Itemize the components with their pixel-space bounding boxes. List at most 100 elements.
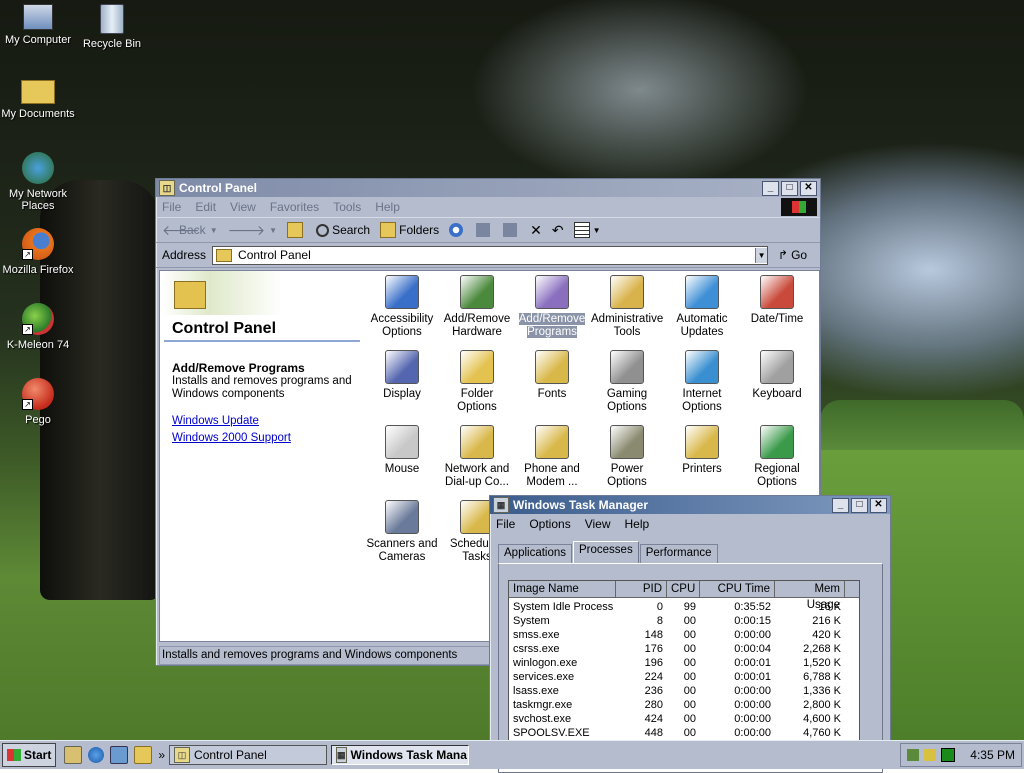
cpu-meter-tray-icon[interactable] xyxy=(941,748,956,762)
cp-item-administrative-tools[interactable]: Administrative Tools xyxy=(591,271,663,339)
up-folder-button[interactable] xyxy=(287,222,306,238)
desktop-icon-k-meleon[interactable]: ↗ K-Meleon 74 xyxy=(0,303,76,351)
desktop-icon-mozilla-firefox[interactable]: ↗ Mozilla Firefox xyxy=(0,228,76,276)
menu-options[interactable]: Options xyxy=(529,517,570,531)
cp-item-folder-options[interactable]: Folder Options xyxy=(441,346,513,414)
windows-2000-support-link[interactable]: Windows 2000 Support xyxy=(172,432,291,444)
back-button[interactable]: 🡐 Back ▼ xyxy=(162,223,218,237)
maximize-button[interactable]: □ xyxy=(851,497,868,513)
address-dropdown-button[interactable]: ▼ xyxy=(755,247,768,263)
keyboard-icon xyxy=(760,350,794,384)
forward-button[interactable]: 🡒 ▼ xyxy=(228,222,277,239)
cp-item-add-remove-hardware[interactable]: Add/Remove Hardware xyxy=(441,271,513,339)
taskbar-button-control-panel[interactable]: ◫ Control Panel xyxy=(169,745,328,765)
tab-applications[interactable]: Applications xyxy=(498,544,573,564)
copy-to-button[interactable] xyxy=(503,223,520,237)
process-list[interactable]: Image Name PID CPU CPU Time Mem Usage Sy… xyxy=(508,580,860,766)
cp-item-display[interactable]: Display xyxy=(366,346,438,401)
column-image-name[interactable]: Image Name xyxy=(509,581,616,597)
table-row[interactable]: System Idle Process 0 99 0:35:52 16 K xyxy=(509,600,859,614)
cp-item-gaming-options[interactable]: Gaming Options xyxy=(591,346,663,414)
cp-item-fonts[interactable]: Fonts xyxy=(516,346,588,401)
close-button[interactable]: ✕ xyxy=(800,180,817,196)
column-cpu-time[interactable]: CPU Time xyxy=(700,581,775,597)
internet-explorer-icon[interactable] xyxy=(88,747,105,763)
table-row[interactable]: smss.exe 148 00 0:00:00 420 K xyxy=(509,628,859,642)
cp-item-power-options[interactable]: Power Options xyxy=(591,421,663,489)
desktop-icon-my-network-places[interactable]: My Network Places xyxy=(0,152,76,212)
taskbar: Start » ◫ Control Panel ▦ Windows Task M… xyxy=(0,740,1024,769)
cp-item-keyboard[interactable]: Keyboard xyxy=(741,346,813,401)
network-tray-icon[interactable] xyxy=(907,749,920,761)
folders-button[interactable]: Folders xyxy=(380,222,439,238)
cp-item-date-time[interactable]: Date/Time xyxy=(741,271,813,326)
minimize-button[interactable]: _ xyxy=(762,180,779,196)
menu-help[interactable]: Help xyxy=(375,200,400,214)
table-row[interactable]: lsass.exe 236 00 0:00:00 1,336 K xyxy=(509,684,859,698)
cp-item-internet-options[interactable]: Internet Options xyxy=(666,346,738,414)
table-row[interactable]: SPOOLSV.EXE 448 00 0:00:00 4,760 K xyxy=(509,726,859,740)
cell-image-name: services.exe xyxy=(513,671,575,683)
outlook-express-icon[interactable] xyxy=(110,746,129,764)
control-panel-titlebar[interactable]: ◫ Control Panel _ □ ✕ xyxy=(156,179,820,197)
minimize-button[interactable]: _ xyxy=(832,497,849,513)
cell-cpu: 00 xyxy=(683,699,696,711)
cp-item-phone-and-modem[interactable]: Phone and Modem ... xyxy=(516,421,588,489)
task-manager-window[interactable]: ▦ Windows Task Manager _ □ ✕ File Option… xyxy=(489,495,891,773)
menu-favorites[interactable]: Favorites xyxy=(270,200,319,214)
table-row[interactable]: winlogon.exe 196 00 0:00:01 1,520 K xyxy=(509,656,859,670)
clock[interactable]: 4:35 PM xyxy=(970,748,1015,762)
go-button[interactable]: ↱ Go xyxy=(778,248,807,262)
close-button[interactable]: ✕ xyxy=(870,497,887,513)
cp-item-automatic-updates[interactable]: Automatic Updates xyxy=(666,271,738,339)
desktop-icon-my-computer[interactable]: My Computer xyxy=(0,4,76,46)
cp-item-printers[interactable]: Printers xyxy=(666,421,738,476)
menu-file[interactable]: File xyxy=(162,200,181,214)
table-row[interactable]: taskmgr.exe 280 00 0:00:00 2,800 K xyxy=(509,698,859,712)
cell-cpu-time: 0:00:00 xyxy=(734,713,771,725)
task-manager-menubar: File Options View Help xyxy=(490,514,890,534)
views-button[interactable]: ▼ xyxy=(573,222,601,238)
table-row[interactable]: svchost.exe 424 00 0:00:00 4,600 K xyxy=(509,712,859,726)
menu-view[interactable]: View xyxy=(230,200,256,214)
address-input[interactable]: Control Panel ▼ xyxy=(212,245,769,265)
start-button[interactable]: Start xyxy=(2,743,57,767)
menu-help[interactable]: Help xyxy=(625,517,650,531)
desktop-icon-my-documents[interactable]: My Documents xyxy=(0,80,76,120)
history-button[interactable] xyxy=(449,223,466,237)
tab-processes[interactable]: Processes xyxy=(573,541,639,564)
info-pane-divider xyxy=(164,340,360,342)
menu-edit[interactable]: Edit xyxy=(195,200,216,214)
desktop-icon-pego[interactable]: ↗ Pego xyxy=(0,378,76,426)
maximize-button[interactable]: □ xyxy=(781,180,798,196)
undo-button[interactable]: ↶ xyxy=(552,222,564,239)
column-cpu[interactable]: CPU xyxy=(667,581,700,597)
column-mem-usage[interactable]: Mem Usage xyxy=(775,581,845,611)
search-button[interactable]: Search xyxy=(316,223,370,237)
taskbar-button-task-manager[interactable]: ▦ Windows Task Mana xyxy=(331,745,470,765)
task-manager-titlebar[interactable]: ▦ Windows Task Manager _ □ ✕ xyxy=(490,496,890,514)
cp-item-add-remove-programs[interactable]: Add/Remove Programs xyxy=(516,271,588,339)
menu-tools[interactable]: Tools xyxy=(333,200,361,214)
menu-view[interactable]: View xyxy=(585,517,611,531)
chevron-right-icon[interactable]: » xyxy=(158,748,165,762)
desktop-icon-recycle-bin[interactable]: Recycle Bin xyxy=(74,4,150,50)
show-desktop-icon[interactable] xyxy=(64,746,83,764)
column-pid[interactable]: PID xyxy=(616,581,667,597)
cp-item-mouse[interactable]: Mouse xyxy=(366,421,438,476)
delete-button[interactable]: ✕ xyxy=(530,222,542,239)
cp-item-scanners-and-cameras[interactable]: Scanners and Cameras xyxy=(366,496,438,564)
windows-update-link[interactable]: Windows Update xyxy=(172,415,259,427)
volume-tray-icon[interactable] xyxy=(924,749,937,761)
cp-item-regional-options[interactable]: Regional Options xyxy=(741,421,813,489)
menu-file[interactable]: File xyxy=(496,517,515,531)
tab-performance[interactable]: Performance xyxy=(639,544,718,564)
table-row[interactable]: services.exe 224 00 0:00:01 6,788 K xyxy=(509,670,859,684)
cell-mem-usage: 420 K xyxy=(812,629,841,641)
table-row[interactable]: System 8 00 0:00:15 216 K xyxy=(509,614,859,628)
table-row[interactable]: csrss.exe 176 00 0:00:04 2,268 K xyxy=(509,642,859,656)
explorer-icon[interactable] xyxy=(134,746,153,764)
cp-item-accessibility-options[interactable]: Accessibility Options xyxy=(366,271,438,339)
cp-item-network-and-dial-up-co[interactable]: Network and Dial-up Co... xyxy=(441,421,513,489)
move-to-button[interactable] xyxy=(476,223,493,237)
